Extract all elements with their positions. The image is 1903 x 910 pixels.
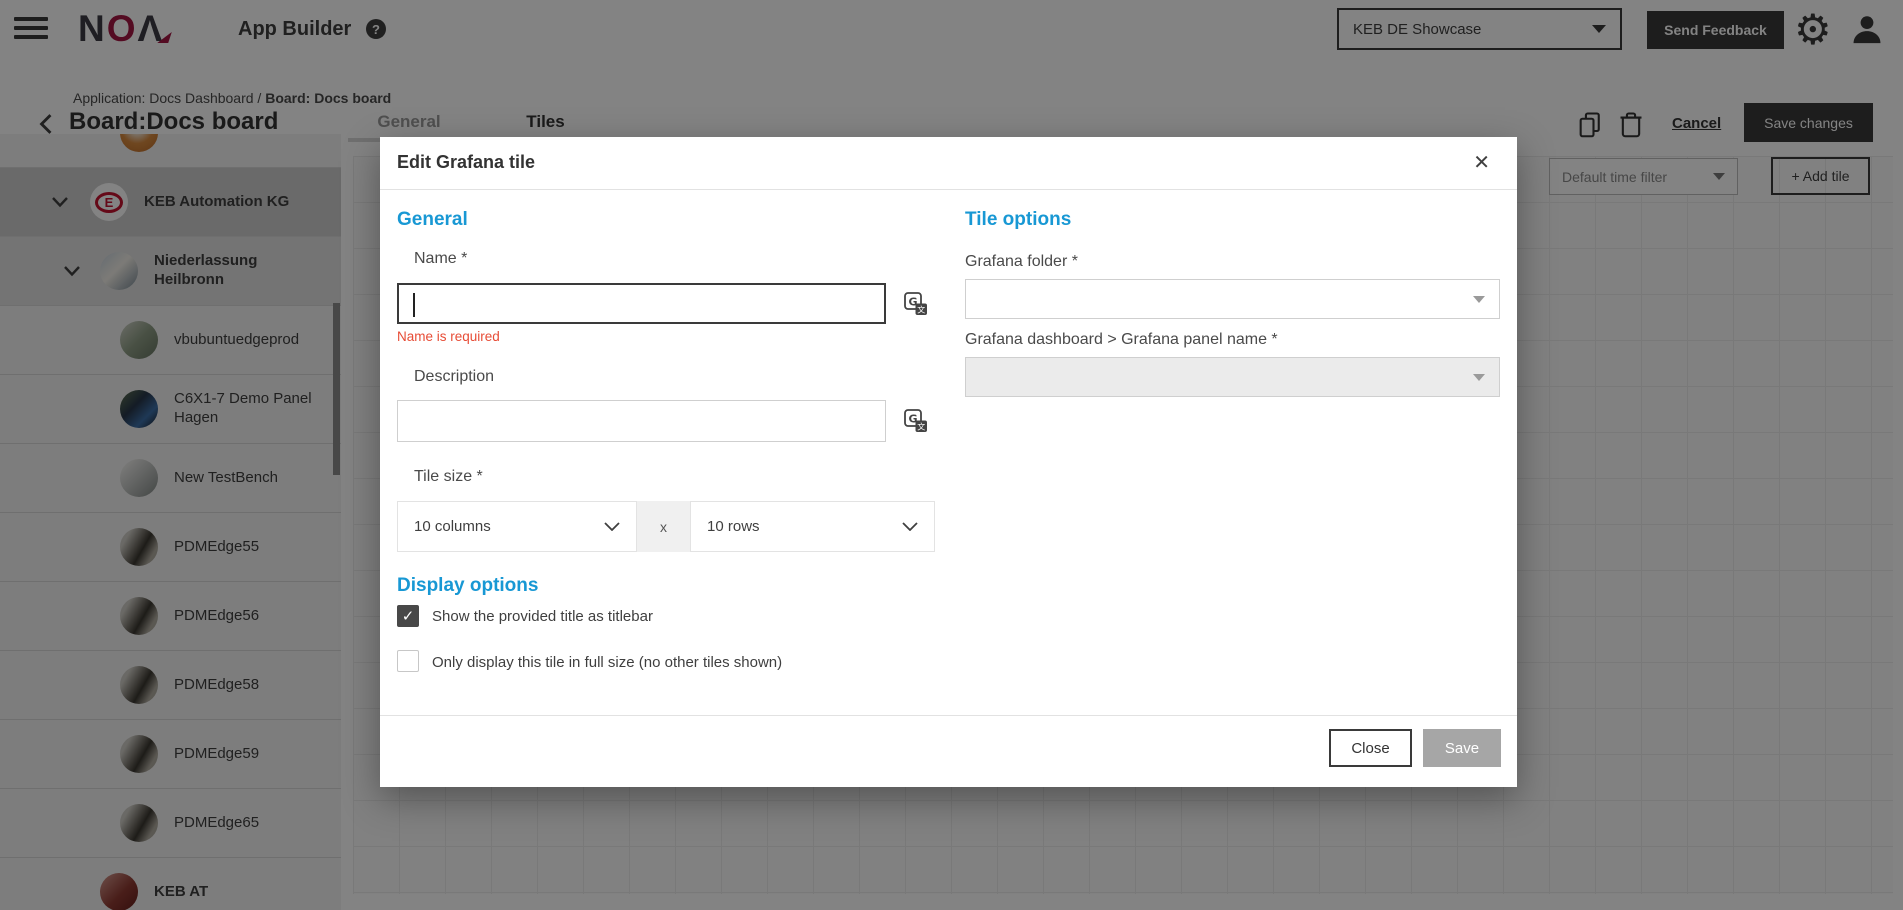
footer-divider <box>380 715 1517 716</box>
chevron-down-icon <box>1473 374 1485 381</box>
dialog-title: Edit Grafana tile <box>397 152 535 173</box>
grafana-dashboard-label: Grafana dashboard > Grafana panel name * <box>965 331 1278 349</box>
translate-icon[interactable]: G 文 <box>904 292 928 316</box>
close-button[interactable]: Close <box>1329 729 1412 767</box>
tile-size-label: Tile size * <box>414 468 483 486</box>
description-label: Description <box>414 368 494 386</box>
grafana-dashboard-select <box>965 357 1500 397</box>
tile-options-heading: Tile options <box>965 209 1071 231</box>
show-title-checkbox-label[interactable]: Show the provided title as titlebar <box>432 608 653 625</box>
name-label: Name * <box>414 250 467 268</box>
display-options-heading: Display options <box>397 575 538 597</box>
app-builder-page: N O Λ App Builder ? KEB DE Showcase Send… <box>0 0 1903 910</box>
description-input[interactable] <box>397 400 886 442</box>
general-section-heading: General <box>397 209 468 231</box>
text-cursor <box>413 293 415 317</box>
columns-select-value: 10 columns <box>414 518 491 535</box>
chevron-down-icon <box>604 522 620 531</box>
full-size-checkbox-label[interactable]: Only display this tile in full size (no … <box>432 654 782 671</box>
name-input[interactable] <box>397 283 886 324</box>
check-icon: ✓ <box>402 607 415 625</box>
chevron-down-icon <box>902 522 918 531</box>
translate-icon[interactable]: G 文 <box>904 409 928 433</box>
chevron-down-icon <box>1473 296 1485 303</box>
size-separator: x <box>637 501 690 552</box>
edit-grafana-tile-dialog: Edit Grafana tile ✕ General Name * G 文 N… <box>380 137 1517 787</box>
grafana-folder-select[interactable] <box>965 279 1500 319</box>
name-error-message: Name is required <box>397 329 500 344</box>
full-size-checkbox[interactable] <box>397 650 419 672</box>
grafana-folder-label: Grafana folder * <box>965 253 1078 271</box>
svg-text:文: 文 <box>917 422 925 432</box>
svg-text:文: 文 <box>917 305 925 315</box>
dialog-header: Edit Grafana tile ✕ <box>380 137 1517 190</box>
save-button[interactable]: Save <box>1423 729 1501 767</box>
columns-select[interactable]: 10 columns <box>397 501 637 552</box>
rows-select-value: 10 rows <box>707 518 760 535</box>
rows-select[interactable]: 10 rows <box>690 501 935 552</box>
close-icon[interactable]: ✕ <box>1473 150 1490 175</box>
show-title-checkbox[interactable]: ✓ <box>397 605 419 627</box>
